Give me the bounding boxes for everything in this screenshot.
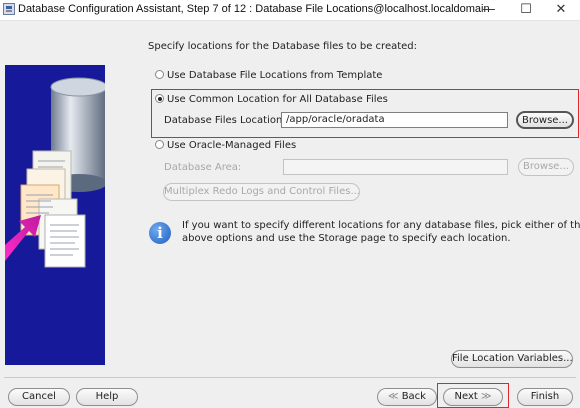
next-button[interactable]: Next ≫ [443,388,503,406]
chevron-left-icon: ≪ [388,391,399,402]
database-files-location-label: Database Files Location: [164,115,286,126]
option-label: Use Oracle-Managed Files [167,140,297,151]
database-area-field [283,159,508,175]
option-label: Use Database File Locations from Templat… [167,70,383,81]
radio-button[interactable] [155,70,164,79]
arrow-icon [5,215,41,261]
info-text-line-1: If you want to specify different locatio… [182,220,580,231]
back-button[interactable]: ≪ Back [377,388,437,406]
option-template-locations[interactable]: Use Database File Locations from Templat… [155,70,382,81]
info-text-line-2: above options and use the Storage page t… [182,233,511,244]
help-button[interactable]: Help [76,388,138,406]
window-title: Database Configuration Assistant, Step 7… [18,3,490,15]
wizard-graphic [5,65,105,365]
chevron-right-icon: ≫ [481,391,492,402]
multiplex-redo-logs-button: Multiplex Redo Logs and Control Files... [163,183,360,201]
page-heading: Specify locations for the Database files… [148,41,418,52]
maximize-button[interactable]: ☐ [507,0,545,20]
close-button[interactable]: ✕ [542,0,580,20]
database-cylinder-icon [5,77,105,268]
title-bar: Database Configuration Assistant, Step 7… [0,0,580,21]
option-common-location[interactable]: Use Common Location for All Database Fil… [155,94,388,105]
back-label: Back [401,391,426,402]
next-label: Next [454,391,478,402]
database-area-browse-button: Browse... [518,158,574,176]
minimize-button[interactable]: — [470,0,508,20]
footer-separator [4,377,576,378]
app-icon [3,3,15,15]
option-oracle-managed-files[interactable]: Use Oracle-Managed Files [155,140,296,151]
option-label: Use Common Location for All Database Fil… [167,94,388,105]
finish-button[interactable]: Finish [517,388,573,406]
file-location-variables-button[interactable]: File Location Variables... [451,350,573,368]
database-files-location-field[interactable]: /app/oracle/oradata [281,112,508,128]
radio-button[interactable] [155,94,164,103]
database-area-label: Database Area: [164,162,242,173]
browse-button[interactable]: Browse... [516,111,574,129]
info-icon: i [149,222,171,244]
cancel-button[interactable]: Cancel [8,388,70,406]
radio-button[interactable] [155,140,164,149]
